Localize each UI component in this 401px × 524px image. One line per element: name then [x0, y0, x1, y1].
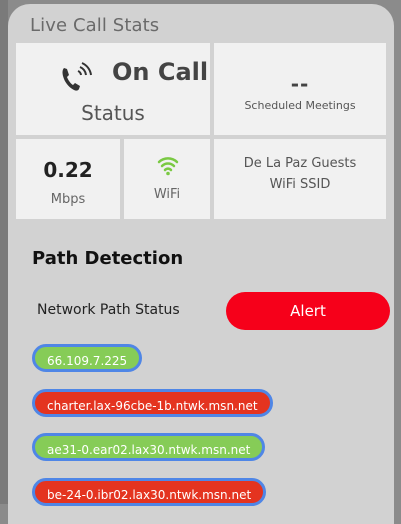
- connection-type-label: WiFi: [153, 187, 181, 202]
- bandwidth-unit: Mbps: [50, 192, 86, 207]
- scheduled-meetings-value: --: [290, 72, 310, 96]
- wifi-icon: [157, 157, 179, 176]
- panel-title: Live Call Stats: [30, 15, 160, 36]
- call-status-label: Status: [81, 101, 145, 125]
- live-call-stats-panel: Live Call Stats On Call Status -- Schedu…: [8, 4, 394, 524]
- path-hop-3[interactable]: ae31-0.ear02.lax30.ntwk.msn.net: [32, 433, 266, 461]
- call-status-tile: On Call Status: [16, 43, 210, 135]
- network-path-status-button[interactable]: Alert: [226, 292, 390, 330]
- phone-call-icon: [62, 62, 92, 91]
- path-hop-1[interactable]: 66.109.7.225: [32, 344, 143, 372]
- ssid-name: De La Paz Guests: [243, 156, 357, 171]
- ssid-tile: De La Paz Guests WiFi SSID: [214, 139, 386, 219]
- call-state-text: On Call: [112, 58, 209, 86]
- ssid-label: WiFi SSID: [269, 177, 331, 192]
- network-path-status-label: Network Path Status: [37, 302, 180, 318]
- scheduled-meetings-label: Scheduled Meetings: [244, 99, 356, 112]
- connection-type-tile: WiFi: [124, 139, 210, 219]
- scheduled-meetings-tile: -- Scheduled Meetings: [214, 43, 386, 135]
- path-detection-title: Path Detection: [32, 248, 184, 269]
- bandwidth-value: 0.22: [43, 158, 93, 182]
- path-hop-4[interactable]: be-24-0.ibr02.lax30.ntwk.msn.net: [32, 478, 267, 506]
- path-hop-2[interactable]: charter.lax-96cbe-1b.ntwk.msn.net: [32, 389, 273, 417]
- left-edge-strip: [0, 0, 8, 504]
- bandwidth-tile: 0.22 Mbps: [16, 139, 120, 219]
